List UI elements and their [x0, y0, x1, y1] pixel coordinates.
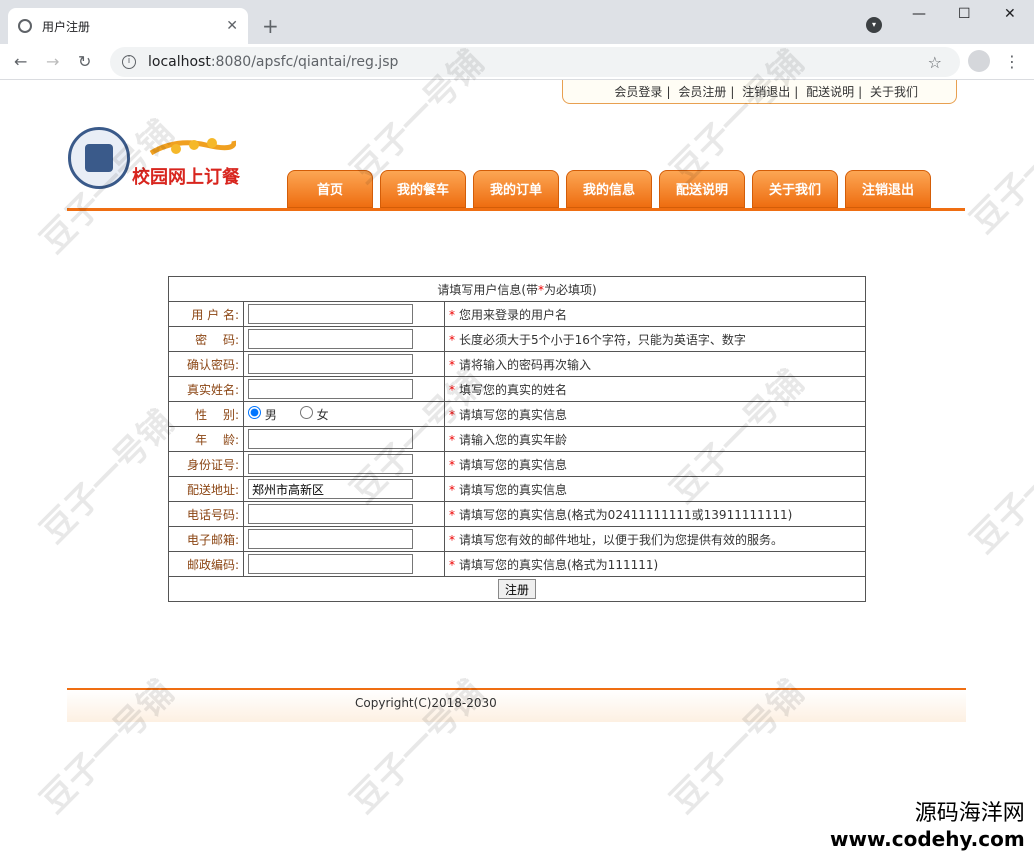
hint-realname: * 填写您的真实的姓名	[444, 376, 866, 402]
nav-orders[interactable]: 我的订单	[473, 170, 559, 208]
submit-row: 注册	[168, 576, 866, 602]
close-window-icon[interactable]: ✕	[1004, 6, 1016, 22]
main-nav: 首页 我的餐车 我的订单 我的信息 配送说明 关于我们 注销退出	[67, 170, 965, 211]
form-header: 请填写用户信息(带*为必填项)	[168, 276, 866, 302]
browser-chrome: 用户注册 ✕ + ▾ — ☐ ✕ ← → ↻ i localhost:8080/…	[0, 0, 1034, 80]
realname-input[interactable]	[248, 379, 413, 399]
page-content: 会员登录 | 会员注册 | 注销退出 | 配送说明 | 关于我们 校园网上订餐 首页 我…	[0, 43, 1034, 853]
link-delivery[interactable]: 配送说明	[806, 85, 854, 99]
browser-toolbar: ← → ↻ i localhost:8080/apsfc/qiantai/reg…	[0, 44, 1034, 80]
bookmark-star-icon[interactable]: ☆	[928, 53, 942, 72]
reload-icon[interactable]: ↻	[78, 52, 91, 71]
register-button[interactable]: 注册	[497, 579, 536, 599]
nav-home[interactable]: 首页	[287, 170, 373, 208]
link-about[interactable]: 关于我们	[870, 85, 918, 99]
link-logout[interactable]: 注销退出	[742, 85, 790, 99]
label-idcard: 身份证号:	[168, 451, 244, 477]
watermark-text: 豆子一号铺	[963, 92, 1034, 242]
watermark-text: 豆子一号铺	[963, 412, 1034, 562]
hint-email: * 请填写您有效的邮件地址，以便于我们为您提供有效的服务。	[444, 526, 866, 552]
idcard-input[interactable]	[248, 454, 413, 474]
menu-kebab-icon[interactable]: ⋮	[1004, 52, 1020, 71]
register-form: 请填写用户信息(带*为必填项) 用 户 名: * 您用来登录的用户名 密 码: *…	[168, 276, 866, 602]
copyright-text: Copyright(C)2018-2030	[355, 696, 497, 710]
url-text: localhost:8080/apsfc/qiantai/reg.jsp	[148, 54, 399, 70]
password-input[interactable]	[248, 329, 413, 349]
address-input[interactable]	[248, 479, 413, 499]
age-input[interactable]	[248, 429, 413, 449]
gender-male-radio[interactable]	[248, 405, 261, 419]
nav-logout[interactable]: 注销退出	[845, 170, 931, 208]
hint-gender: * 请填写您的真实信息	[444, 401, 866, 427]
source-watermark: 源码海洋网 www.codehy.com	[830, 795, 1025, 851]
label-address: 配送地址:	[168, 476, 244, 502]
new-tab-icon[interactable]: +	[262, 14, 279, 38]
browser-tab[interactable]: 用户注册 ✕	[8, 8, 248, 44]
label-phone: 电话号码:	[168, 501, 244, 527]
confirm-password-input[interactable]	[248, 354, 413, 374]
nav-cart[interactable]: 我的餐车	[380, 170, 466, 208]
profile-avatar[interactable]	[968, 50, 990, 72]
link-register[interactable]: 会员注册	[678, 85, 726, 99]
hint-address: * 请填写您的真实信息	[444, 476, 866, 502]
coins-icon	[149, 138, 236, 156]
top-links: 会员登录 | 会员注册 | 注销退出 | 配送说明 | 关于我们	[562, 80, 957, 104]
nav-delivery[interactable]: 配送说明	[659, 170, 745, 208]
footer: Copyright(C)2018-2030	[67, 688, 966, 722]
hint-confirm-password: * 请将输入的密码再次输入	[444, 351, 866, 377]
hint-idcard: * 请填写您的真实信息	[444, 451, 866, 477]
maximize-icon[interactable]: ☐	[958, 6, 971, 22]
watermark-en: www.codehy.com	[830, 827, 1025, 851]
watermark-text: 豆子一号铺	[33, 402, 182, 552]
label-age: 年 龄:	[168, 426, 244, 452]
close-tab-icon[interactable]: ✕	[226, 18, 238, 34]
forward-icon[interactable]: →	[46, 52, 59, 71]
label-confirm-password: 确认密码:	[168, 351, 244, 377]
info-icon[interactable]: i	[122, 55, 136, 69]
nav-about[interactable]: 关于我们	[752, 170, 838, 208]
tab-title: 用户注册	[42, 19, 91, 34]
gender-female-radio[interactable]	[299, 405, 313, 419]
back-icon[interactable]: ←	[14, 52, 27, 71]
phone-input[interactable]	[248, 504, 413, 524]
watermark-cn: 源码海洋网	[914, 801, 1025, 826]
label-email: 电子邮箱:	[168, 526, 244, 552]
hint-postcode: * 请填写您的真实信息(格式为111111)	[444, 551, 866, 577]
label-gender: 性 别:	[168, 401, 244, 427]
link-login[interactable]: 会员登录	[614, 85, 662, 99]
username-input[interactable]	[248, 304, 413, 324]
minimize-icon[interactable]: —	[912, 6, 926, 22]
globe-icon	[18, 19, 32, 33]
label-postcode: 邮政编码:	[168, 551, 244, 577]
email-input[interactable]	[248, 529, 413, 549]
hint-password: * 长度必须大于5个小于16个字符，只能为英语字、数字	[444, 326, 866, 352]
postcode-input[interactable]	[248, 554, 413, 574]
gender-male-label: 男	[264, 407, 277, 422]
label-username: 用 户 名:	[168, 301, 244, 327]
address-bar[interactable]: i localhost:8080/apsfc/qiantai/reg.jsp ☆	[110, 47, 960, 77]
hint-age: * 请输入您的真实年龄	[444, 426, 866, 452]
label-password: 密 码:	[168, 326, 244, 352]
gender-field: 男 女	[243, 401, 445, 427]
hint-username: * 您用来登录的用户名	[444, 301, 866, 327]
gender-female-label: 女	[316, 407, 329, 422]
hint-phone: * 请填写您的真实信息(格式为02411111111或13911111111)	[444, 501, 866, 527]
nav-myinfo[interactable]: 我的信息	[566, 170, 652, 208]
tab-search-icon[interactable]: ▾	[866, 17, 882, 33]
label-realname: 真实姓名:	[168, 376, 244, 402]
